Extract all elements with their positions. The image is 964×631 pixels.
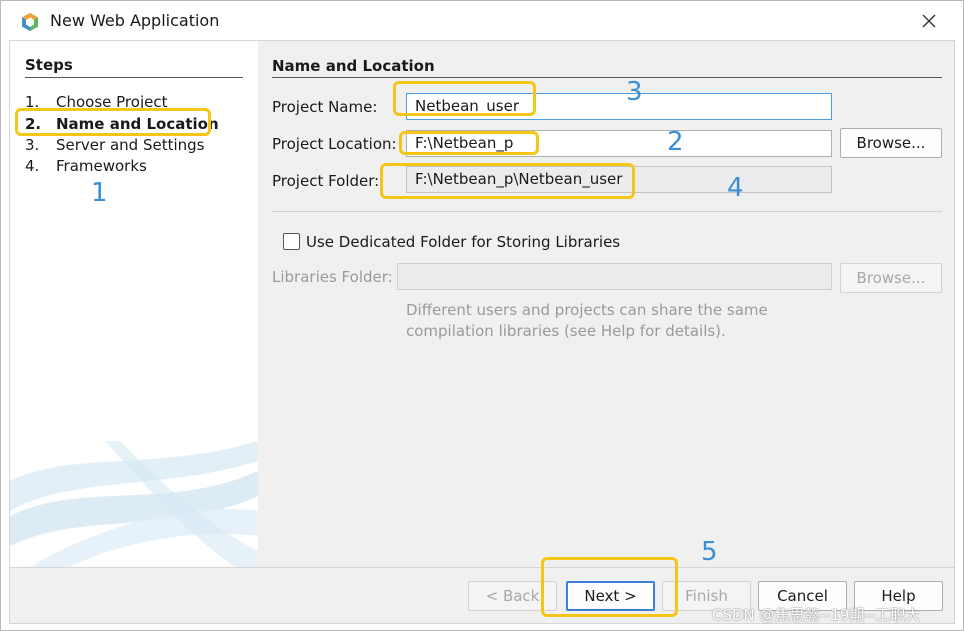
project-name-input[interactable]: Netbean_user xyxy=(406,93,832,120)
project-location-input[interactable]: F:\Netbean_p xyxy=(406,130,832,157)
libraries-folder-input xyxy=(397,263,832,290)
section-title: Name and Location xyxy=(272,57,435,75)
browse-libraries-button: Browse... xyxy=(840,263,942,293)
step-label: Name and Location xyxy=(56,115,219,133)
step-server-and-settings: 3. Server and Settings xyxy=(25,136,204,154)
project-folder-field: F:\Netbean_p\Netbean_user xyxy=(406,166,832,193)
project-location-label: Project Location: xyxy=(272,135,397,153)
libraries-hint-text: Different users and projects can share t… xyxy=(406,301,768,340)
title-bar: New Web Application xyxy=(1,1,963,41)
step-label: Frameworks xyxy=(56,157,147,175)
dedicated-folder-checkbox[interactable] xyxy=(283,233,300,250)
name-location-panel: Name and Location Project Name: Netbean_… xyxy=(258,41,954,567)
browse-location-button[interactable]: Browse... xyxy=(840,128,942,158)
window-title: New Web Application xyxy=(50,11,220,30)
libraries-folder-label: Libraries Folder: xyxy=(272,268,393,286)
dedicated-folder-label[interactable]: Use Dedicated Folder for Storing Librari… xyxy=(306,233,620,251)
step-number: 2. xyxy=(25,115,42,133)
step-label: Choose Project xyxy=(56,93,168,111)
step-name-and-location: 2. Name and Location xyxy=(25,115,219,133)
step-number: 1. xyxy=(25,93,40,111)
step-number: 3. xyxy=(25,136,40,154)
back-button: < Back xyxy=(468,581,557,611)
step-label: Server and Settings xyxy=(56,136,205,154)
project-folder-label: Project Folder: xyxy=(272,172,380,190)
step-number: 4. xyxy=(25,157,40,175)
watermark-text: CSDN @焦思懿--19期--工职大 xyxy=(712,606,921,624)
decorative-swoosh-graphic xyxy=(10,441,258,567)
steps-header: Steps xyxy=(25,56,73,74)
project-name-label: Project Name: xyxy=(272,98,378,116)
next-button[interactable]: Next > xyxy=(566,581,655,611)
netbeans-cube-icon xyxy=(22,13,38,31)
steps-divider xyxy=(25,77,243,78)
dialog-body: Steps 1. Choose Project 2. Name and Locati… xyxy=(9,40,955,568)
step-frameworks: 4. Frameworks xyxy=(25,157,147,175)
step-choose-project: 1. Choose Project xyxy=(25,93,167,111)
dialog-window: New Web Application Steps 1. Choose Proje… xyxy=(0,0,964,631)
close-button[interactable] xyxy=(909,7,949,35)
close-icon xyxy=(922,14,936,28)
steps-panel: Steps 1. Choose Project 2. Name and Locati… xyxy=(10,41,258,567)
options-divider xyxy=(272,211,942,212)
section-divider xyxy=(272,77,942,78)
